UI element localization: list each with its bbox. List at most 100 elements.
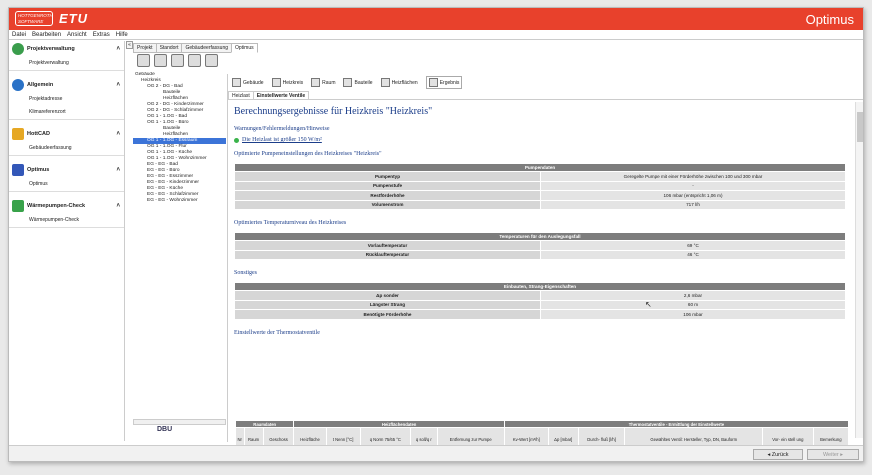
sidebar-item-klimareferenzort[interactable]: Klimareferenzort: [9, 106, 124, 119]
mouse-cursor-icon: ↖: [645, 300, 652, 309]
temp-table: Temperaturen für den Auslegungsfall Vorl…: [234, 232, 846, 260]
sidebar-header-waermepumpen[interactable]: Wärmepumpen-Check ˄: [9, 198, 124, 214]
sidebar-group-hottcad: HottCAD ˄ Gebäudeerfassung: [9, 126, 124, 156]
result-nav-gebaeude[interactable]: Gebäude: [232, 78, 264, 87]
result-panel: Gebäude Heizkreis Raum Bauteile Heizfläc…: [227, 74, 863, 442]
title-bar: HOTTGENROTH SOFTWARE ETU Optimus: [9, 8, 863, 30]
report-content: Berechnungsergebnisse für Heizkreis "Hei…: [228, 102, 848, 438]
globe-icon: [12, 79, 24, 91]
app-window: HOTTGENROTH SOFTWARE ETU Optimus Datei Be…: [8, 7, 864, 462]
table-row: Vorlauftemperatur 69 °C: [234, 240, 846, 251]
circuit-icon: [271, 78, 281, 87]
globe-icon: [12, 43, 24, 55]
pump-table-title: Pumpendaten: [234, 163, 846, 172]
sidebar-item-optimus[interactable]: Optimus: [9, 178, 124, 191]
sidebar-item-gebaeudeerfassung[interactable]: Gebäudeerfassung: [9, 142, 124, 155]
report-icon[interactable]: [154, 54, 167, 67]
sidebar-header-hottcad[interactable]: HottCAD ˄: [9, 126, 124, 142]
table-row: Pumpentyp Geregelte Pumpe mit einer Förde…: [234, 171, 846, 182]
menu-bearbeiten[interactable]: Bearbeiten: [32, 32, 61, 38]
sidebar-item-projektverwaltung[interactable]: Projektverwaltung: [9, 57, 124, 70]
tree-horizontal-scrollbar[interactable]: [133, 419, 226, 425]
sidebar-item-waermepumpen-check[interactable]: Wärmepumpen-Check: [9, 214, 124, 227]
back-button[interactable]: ◂ Zurück: [753, 449, 803, 460]
table-row: Volumenstrom 717 l/h: [234, 199, 846, 210]
table-row: Rücklauftemperatur 46 °C: [234, 249, 846, 260]
result-nav-heizkreis[interactable]: Heizkreis: [271, 78, 303, 87]
tab-projekt[interactable]: Projekt: [133, 43, 157, 53]
tab-gebaeudeerfassung[interactable]: Gebäudeerfassung: [181, 43, 233, 53]
arrows-icon[interactable]: [188, 54, 201, 67]
menu-datei[interactable]: Datei: [12, 32, 26, 38]
main-tabs: Projekt Standort Gebäudeerfassung Optimu…: [133, 43, 258, 53]
sidebar-header-allgemein[interactable]: Allgemein ˄: [9, 77, 124, 93]
misc-heading: Sonstiges: [234, 270, 258, 276]
chevron-up-icon[interactable]: ˄: [116, 203, 120, 209]
radiator-icon: [380, 78, 390, 87]
building-tree: Gebäude Heizkreis OG 2 - DG - Bad Bautei…: [133, 72, 226, 420]
result-nav-bauteile[interactable]: Bauteile: [343, 78, 373, 87]
next-button[interactable]: Weiter ▸: [807, 449, 859, 460]
subtab-einstellwerte-ventile[interactable]: Einstellwerte Ventile: [252, 91, 310, 99]
etu-brand: ETU: [59, 11, 88, 26]
arrow-right-icon: ▸: [838, 452, 844, 458]
dbu-logo: DBU: [157, 426, 173, 433]
sidebar-header-projektverwaltung[interactable]: Projektverwaltung ˄: [9, 41, 124, 57]
table-row: Pumpenstufe -: [234, 180, 846, 191]
tab-optimus[interactable]: Optimus: [231, 43, 258, 53]
sidebar-group-waermepumpen: Wärmepumpen-Check ˄ Wärmepumpen-Check: [9, 198, 124, 228]
menu-extras[interactable]: Extras: [93, 32, 110, 38]
tree-item[interactable]: EG - EG - Wohnzimmer: [133, 198, 226, 204]
result-nav-ergebnis[interactable]: Ergebnis: [425, 76, 463, 89]
menu-bar: Datei Bearbeiten Ansicht Extras Hilfe: [9, 30, 863, 40]
status-dot-icon: [234, 137, 239, 143]
chevron-up-icon[interactable]: ˄: [116, 131, 120, 137]
house-icon[interactable]: [171, 54, 184, 67]
menu-ansicht[interactable]: Ansicht: [67, 32, 87, 38]
sidebar: Projektverwaltung ˄ Projektverwaltung All…: [9, 41, 125, 441]
subtab-heizlast[interactable]: Heizlast: [228, 91, 254, 99]
toolbar: [137, 54, 218, 67]
result-nav: Gebäude Heizkreis Raum Bauteile Heizfläc…: [228, 74, 863, 91]
result-nav-raum[interactable]: Raum: [311, 78, 335, 87]
results-icon: [428, 78, 438, 87]
sidebar-group-allgemein: Allgemein ˄ Projektadresse Klimareferenzo…: [9, 77, 124, 120]
chevron-up-icon[interactable]: ˄: [116, 167, 120, 173]
table-row: Δp sonder 2,6 mbar: [234, 290, 846, 301]
warnings-heading: Warnungen/Fehlermeldungen/Hinweise: [234, 126, 330, 132]
sidebar-group-optimus: Optimus ˄ Optimus: [9, 162, 124, 192]
warning-link[interactable]: Die Heizlast ist größer 150 W/m²: [242, 137, 322, 143]
warning-item: Die Heizlast ist größer 150 W/m²: [234, 137, 842, 143]
thermo-group-raumdaten: Raumdaten: [234, 420, 295, 428]
pump-heading: Optimierte Pumpeneinstellungen des Heizk…: [234, 151, 382, 157]
table-row: Restförderhöhe 106 mbar (entspricht 1,06 …: [234, 190, 846, 201]
collapse-sidebar-button[interactable]: «: [126, 41, 133, 49]
hottgenroth-logo: HOTTGENROTH SOFTWARE: [15, 11, 53, 26]
sidebar-group-projektverwaltung: Projektverwaltung ˄ Projektverwaltung: [9, 41, 124, 71]
scrollbar-thumb[interactable]: [857, 112, 863, 142]
temp-table-title: Temperaturen für den Auslegungsfall: [234, 232, 846, 241]
result-subtabs: Heizlast Einstellwerte Ventile: [228, 91, 863, 100]
optimus-icon: [12, 164, 24, 176]
sidebar-item-projektadresse[interactable]: Projektadresse: [9, 93, 124, 106]
temp-heading: Optimiertes Temperaturniveau des Heizkre…: [234, 220, 347, 226]
pump-table: Pumpendaten Pumpentyp Geregelte Pumpe mit…: [234, 163, 846, 210]
app-title: Optimus: [805, 12, 854, 27]
thermo-heading: Einstellwerte der Thermostatventile: [234, 329, 320, 336]
room-icon: [311, 78, 321, 87]
thermo-group-ventile: Thermostatventile - Ermittlung der Einst…: [503, 420, 850, 428]
check-icon: [12, 200, 24, 212]
calculator-icon[interactable]: [137, 54, 150, 67]
chevron-up-icon[interactable]: ˄: [116, 82, 120, 88]
report-title: Berechnungsergebnisse für Heizkreis "Hei…: [234, 106, 433, 117]
sidebar-header-optimus[interactable]: Optimus ˄: [9, 162, 124, 178]
tab-standort[interactable]: Standort: [155, 43, 183, 53]
misc-table: Einbauten, Strang-Eigenschaften Δp sonde…: [234, 282, 846, 320]
result-nav-heizflaechen[interactable]: Heizflächen: [380, 78, 418, 87]
content-vertical-scrollbar[interactable]: [855, 102, 863, 438]
chevron-up-icon[interactable]: ˄: [116, 46, 120, 52]
star-icon: [12, 128, 24, 140]
house-icon: [232, 78, 241, 87]
valve-icon[interactable]: [205, 54, 218, 67]
menu-hilfe[interactable]: Hilfe: [116, 32, 128, 38]
